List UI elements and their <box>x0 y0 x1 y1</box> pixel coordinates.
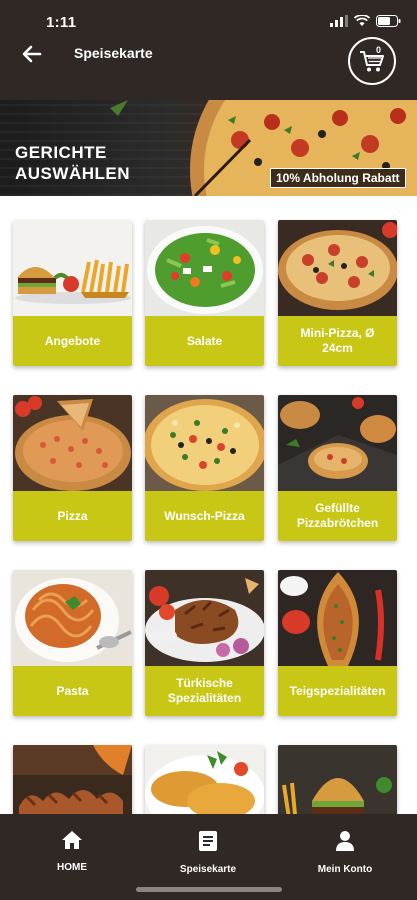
category-card-mini-pizza[interactable]: Mini-Pizza, Ø 24cm <box>278 220 397 366</box>
custom-pizza-image <box>145 395 264 491</box>
category-card-pasta[interactable]: Pasta <box>13 570 132 716</box>
banner: GERICHTE AUSWÄHLEN 10% Abholung Rabatt <box>0 100 417 196</box>
stuffed-rolls-image <box>278 395 397 491</box>
spaghetti-image <box>13 570 132 666</box>
category-label: Pasta <box>13 666 132 716</box>
home-indicator <box>136 887 282 892</box>
discount-badge: 10% Abholung Rabatt <box>270 168 406 188</box>
bottom-navigation: HOME Speisekarte Mein Konto <box>0 814 417 900</box>
category-label: Mini-Pizza, Ø 24cm <box>278 316 397 366</box>
mini-pizza-image <box>278 220 397 316</box>
category-label: Teigspezialitäten <box>278 666 397 716</box>
category-card-gefuellte-pizzabroetchen[interactable]: Gefüllte Pizzabrötchen <box>278 395 397 541</box>
shopping-cart-icon <box>360 51 384 72</box>
user-icon <box>336 831 354 851</box>
wifi-icon <box>354 15 370 26</box>
banner-title: GERICHTE AUSWÄHLEN <box>15 143 130 183</box>
pide-image <box>278 570 397 666</box>
category-card-pizza[interactable]: Pizza <box>13 395 132 541</box>
nav-account-label: Mein Konto <box>317 864 373 875</box>
battery-icon <box>376 15 401 27</box>
category-card-wunsch-pizza[interactable]: Wunsch-Pizza <box>145 395 264 541</box>
category-card-salate[interactable]: Salate <box>145 220 264 366</box>
back-button[interactable] <box>18 40 46 68</box>
category-label: Wunsch-Pizza <box>145 491 264 541</box>
nav-home[interactable]: HOME <box>17 830 127 873</box>
category-label: Gefüllte Pizzabrötchen <box>278 491 397 541</box>
category-card-tuerkische-spezialitaeten[interactable]: Türkische Spezialitäten <box>145 570 264 716</box>
doner-image <box>145 570 264 666</box>
signal-icon <box>330 15 348 27</box>
salad-bowl-image <box>145 220 264 316</box>
nav-menu[interactable]: Speisekarte <box>153 830 263 875</box>
category-label: Angebote <box>13 316 132 366</box>
nav-home-label: HOME <box>57 862 87 873</box>
category-label: Türkische Spezialitäten <box>145 666 264 716</box>
home-icon <box>62 831 82 849</box>
top-app-bar: 1:11 Speisekarte 0 <box>0 0 417 100</box>
category-label: Pizza <box>13 491 132 541</box>
category-card-angebote[interactable]: Angebote <box>13 220 132 366</box>
category-label: Salate <box>145 316 264 366</box>
page-title: Speisekarte <box>74 45 153 61</box>
cart-button[interactable]: 0 <box>348 37 396 85</box>
arrow-left-icon <box>22 45 42 63</box>
status-time: 1:11 <box>46 14 77 31</box>
nav-menu-label: Speisekarte <box>179 864 237 875</box>
category-card-teigspezialitaeten[interactable]: Teigspezialitäten <box>278 570 397 716</box>
pizza-image <box>13 395 132 491</box>
menu-list-icon <box>199 831 217 851</box>
cart-count: 0 <box>376 45 382 55</box>
burger-fries-image <box>13 220 132 316</box>
nav-account[interactable]: Mein Konto <box>290 830 400 875</box>
status-icons <box>330 15 401 27</box>
